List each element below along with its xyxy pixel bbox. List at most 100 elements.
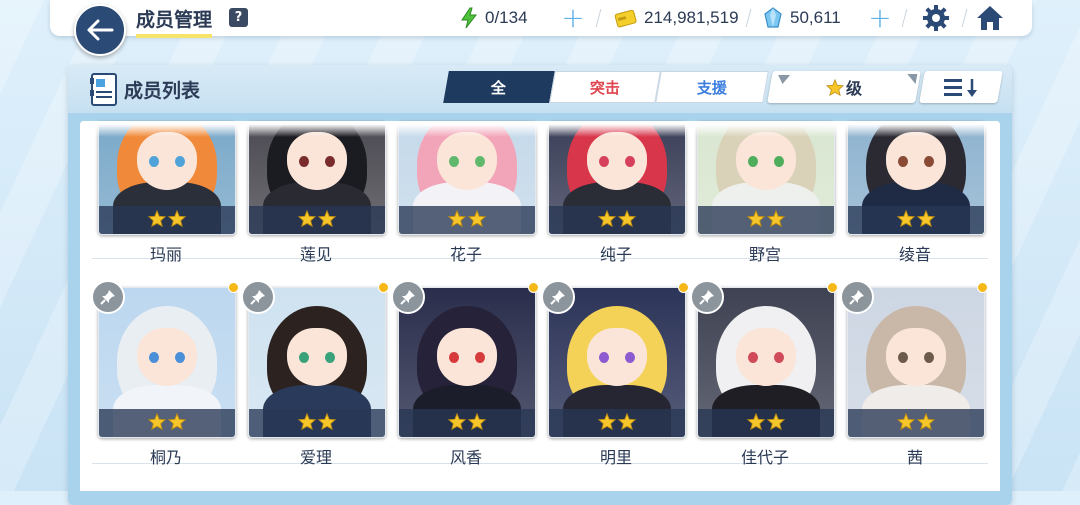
- new-indicator-dot: [228, 282, 239, 293]
- tab-strike[interactable]: 突击: [549, 71, 661, 103]
- credit-card-icon: [614, 9, 637, 28]
- gems-value: 50,611: [790, 8, 841, 27]
- divider: [961, 9, 968, 27]
- ap-plus-button[interactable]: +: [561, 4, 585, 32]
- pin-icon: [400, 290, 415, 305]
- tab-all-label: 全: [491, 78, 507, 97]
- student-card[interactable]: 野宫: [697, 121, 835, 265]
- pin-icon: [550, 290, 565, 305]
- star-icon: [746, 209, 766, 231]
- credits-value: 214,981,519: [644, 8, 739, 27]
- pin-icon: [250, 290, 265, 305]
- credits-counter: 214,981,519: [614, 0, 739, 36]
- new-indicator-dot: [678, 282, 689, 293]
- sort-order-button[interactable]: [919, 71, 1003, 103]
- star-icon: [317, 209, 337, 231]
- help-button[interactable]: ?: [229, 8, 248, 27]
- tab-support[interactable]: 支援: [655, 71, 769, 103]
- student-name: 明里: [599, 448, 632, 467]
- new-indicator-dot: [378, 282, 389, 293]
- divider: [745, 9, 752, 27]
- tab-support-label: 支援: [696, 78, 727, 97]
- student-card[interactable]: 爱理: [241, 280, 389, 468]
- new-indicator-dot: [528, 282, 539, 293]
- star-icon: [297, 209, 317, 231]
- star-icon: [447, 412, 467, 434]
- student-card[interactable]: 玛丽: [98, 121, 236, 265]
- student-portrait: [98, 121, 236, 235]
- back-button[interactable]: [74, 4, 126, 56]
- pin-button[interactable]: [391, 280, 425, 314]
- student-name: 野宫: [748, 245, 781, 264]
- star-icon: [896, 209, 916, 231]
- ap-value: 0/134: [485, 8, 528, 27]
- sort-button[interactable]: 级: [767, 71, 921, 103]
- star-icon: [147, 209, 167, 231]
- star-rating: [848, 206, 984, 234]
- student-name: 纯子: [599, 245, 632, 264]
- student-card[interactable]: 莲见: [248, 121, 386, 265]
- star-rating: [549, 206, 685, 234]
- star-rating: [698, 206, 834, 234]
- student-portrait: [847, 121, 985, 235]
- star-rating: [99, 206, 235, 234]
- tab-all[interactable]: 全: [443, 71, 555, 103]
- student-name: 花子: [449, 245, 482, 264]
- arrow-left-icon: [87, 19, 114, 41]
- star-rating: [399, 206, 535, 234]
- ap-counter: 0/134: [459, 0, 528, 36]
- student-card[interactable]: 茜: [840, 280, 988, 468]
- star-icon: [916, 209, 936, 231]
- star-icon: [147, 412, 167, 434]
- page-title: 成员管理: [136, 5, 213, 38]
- settings-button[interactable]: [922, 4, 950, 36]
- star-icon: [617, 412, 637, 434]
- top-bar: 成员管理 ? 0/134 + 214,981,519 50,611 +: [50, 0, 1032, 38]
- pin-button[interactable]: [840, 280, 874, 314]
- pin-button[interactable]: [690, 280, 724, 314]
- filter-icon: [776, 75, 791, 84]
- student-card[interactable]: 风香: [391, 280, 539, 468]
- gems-plus-button[interactable]: +: [868, 4, 892, 32]
- pin-button[interactable]: [91, 280, 125, 314]
- new-indicator-dot: [977, 282, 988, 293]
- star-icon: [766, 209, 786, 231]
- student-card[interactable]: 绫音: [847, 121, 985, 265]
- dropdown-corner-icon: [905, 74, 918, 84]
- star-icon: [896, 412, 916, 434]
- sort-label: 级: [845, 79, 862, 98]
- student-card[interactable]: 花子: [398, 121, 536, 265]
- student-card[interactable]: 桐乃: [91, 280, 239, 468]
- star-icon: [167, 209, 187, 231]
- home-button[interactable]: [976, 4, 1004, 36]
- pin-button[interactable]: [241, 280, 275, 314]
- student-name: 莲见: [299, 245, 332, 264]
- star-icon: [447, 209, 467, 231]
- star-icon: [467, 412, 487, 434]
- gems-counter: 50,611: [764, 0, 841, 36]
- student-name: 桐乃: [149, 448, 182, 467]
- star-icon: [597, 412, 617, 434]
- divider: [595, 9, 602, 27]
- star-rating: [399, 409, 535, 437]
- star-icon: [617, 209, 637, 231]
- student-portrait: [248, 121, 386, 235]
- student-card[interactable]: 纯子: [548, 121, 686, 265]
- student-name: 绫音: [898, 245, 931, 264]
- star-icon: [766, 412, 786, 434]
- star-rating: [249, 206, 385, 234]
- star-icon: [746, 412, 766, 434]
- star-icon: [916, 412, 936, 434]
- pin-icon: [100, 290, 115, 305]
- student-name: 风香: [449, 448, 482, 467]
- student-card[interactable]: 明里: [541, 280, 689, 468]
- gear-icon: [923, 5, 949, 31]
- star-icon: [297, 412, 317, 434]
- lightning-icon: [461, 7, 478, 29]
- student-name: 玛丽: [149, 245, 182, 264]
- pin-button[interactable]: [541, 280, 575, 314]
- star-icon: [317, 412, 337, 434]
- star-icon: [597, 209, 617, 231]
- star-rating: [549, 409, 685, 437]
- student-card[interactable]: 佳代子: [690, 280, 838, 468]
